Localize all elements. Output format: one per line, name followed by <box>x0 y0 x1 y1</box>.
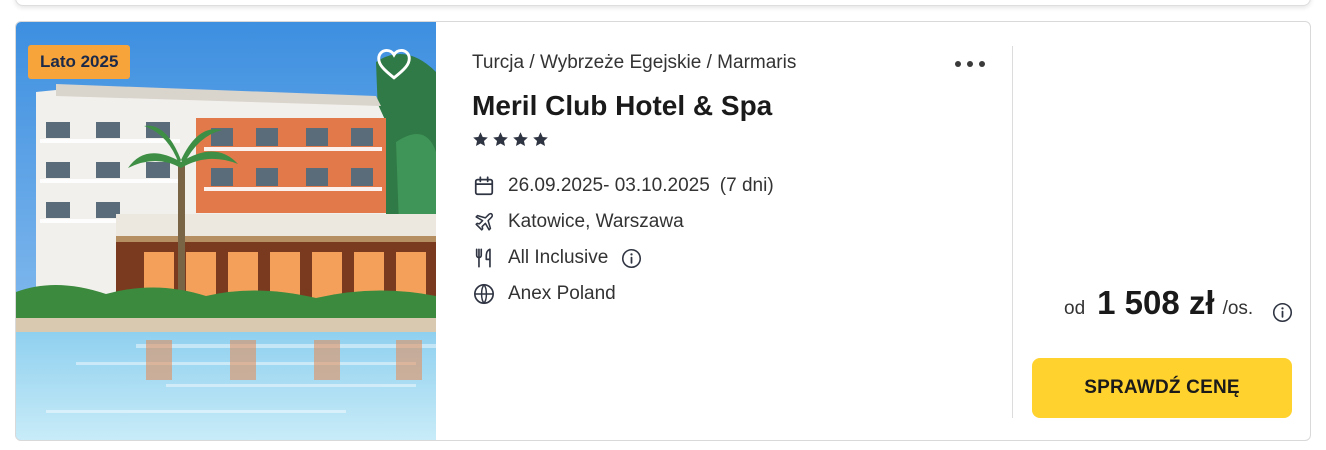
cutlery-icon <box>475 248 491 268</box>
price-suffix: /os. <box>1222 298 1254 319</box>
breadcrumb-separator: / <box>529 52 540 73</box>
tour-operator: Anex Poland <box>508 283 616 304</box>
breadcrumb-city[interactable]: Marmaris <box>717 52 796 73</box>
more-dots-icon <box>967 61 973 67</box>
check-price-button[interactable]: SPRAWDŹ CENĘ <box>1032 358 1292 418</box>
breadcrumb-country[interactable]: Turcja <box>472 52 524 73</box>
star-icon <box>493 132 508 147</box>
favorite-button[interactable] <box>372 44 416 84</box>
heart-icon <box>377 49 411 80</box>
breadcrumb-separator: / <box>706 52 718 73</box>
calendar-icon <box>474 176 494 196</box>
season-badge: Lato 2025 <box>28 45 131 79</box>
offer-card: Lato 2025 Turcja / Wybrzeże Egejskie / M… <box>15 21 1311 441</box>
more-options-button[interactable] <box>952 50 988 78</box>
travel-dates: 26.09.2025- 03.10.2025 <box>508 175 710 196</box>
board-info-button[interactable] <box>620 247 642 269</box>
more-dots-icon <box>955 61 961 67</box>
detail-dates: 26.09.2025- 03.10.2025 (7 dni) <box>472 172 774 200</box>
globe-icon <box>474 283 494 305</box>
breadcrumb-region[interactable]: Wybrzeże Egejskie <box>540 52 701 73</box>
star-icon <box>513 132 528 147</box>
detail-operator: Anex Poland <box>472 280 616 308</box>
board-type: All Inclusive <box>508 247 609 268</box>
offer-info: Turcja / Wybrzeże Egejskie / Marmaris Me… <box>472 22 1012 440</box>
price-info-button[interactable] <box>1271 301 1293 323</box>
breadcrumb: Turcja / Wybrzeże Egejskie / Marmaris <box>472 52 796 74</box>
previous-card-edge <box>15 0 1311 6</box>
star-icon <box>533 132 548 147</box>
detail-departure: Katowice, Warszawa <box>472 208 684 236</box>
star-icon <box>473 132 488 147</box>
hotel-image <box>16 22 436 440</box>
departure-cities: Katowice, Warszawa <box>508 211 684 232</box>
plane-icon <box>475 212 494 231</box>
price-prefix: od <box>1064 298 1086 319</box>
hotel-name[interactable]: Meril Club Hotel & Spa <box>472 90 772 122</box>
more-dots-icon <box>979 61 985 67</box>
column-divider <box>1012 46 1013 418</box>
info-icon <box>1272 302 1292 322</box>
trip-duration: (7 dni) <box>719 175 774 196</box>
star-rating <box>472 131 549 148</box>
detail-board: All Inclusive <box>472 244 642 272</box>
info-icon <box>621 248 641 268</box>
price-amount: 1 508 zł <box>1097 284 1215 321</box>
price-row: od 1 508 zł /os. <box>1064 284 1253 322</box>
hotel-photo[interactable]: Lato 2025 <box>16 22 436 440</box>
